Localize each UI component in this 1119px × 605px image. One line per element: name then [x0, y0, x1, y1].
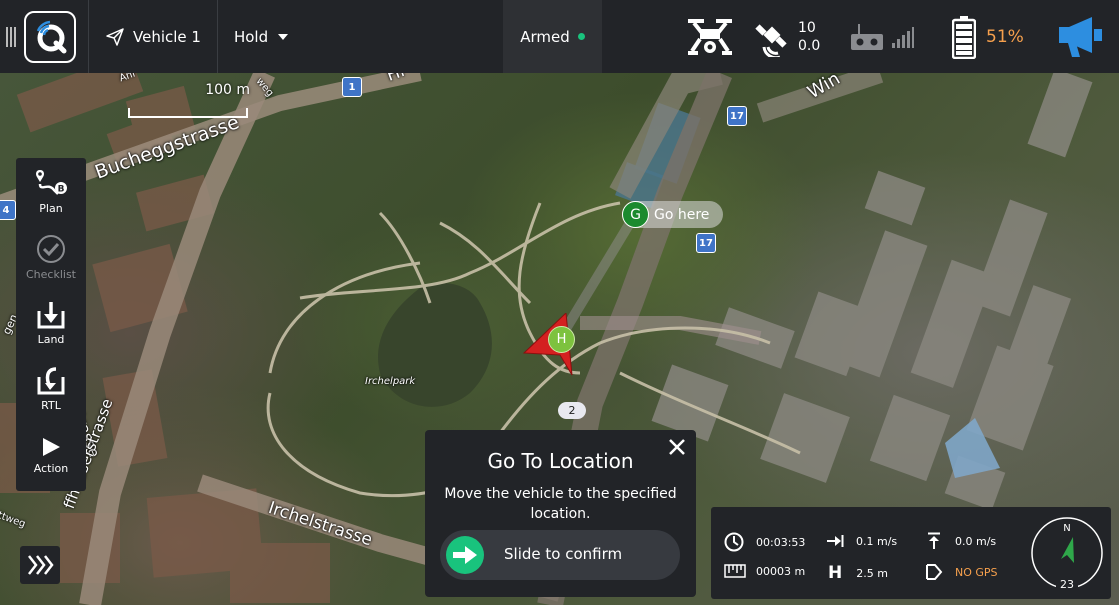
route-badge-4: 4	[0, 200, 16, 220]
gps-hdop-value: 0.0	[798, 37, 821, 54]
go-here-icon: G	[622, 201, 649, 228]
megaphone-icon	[1059, 16, 1102, 57]
route-badge-17-top: 17	[727, 106, 747, 126]
chevron-down-icon	[278, 33, 289, 40]
compass-widget: N 23	[1031, 517, 1103, 591]
park-label-irchelpark: Irchelpark	[365, 376, 416, 387]
gps-direction-icon	[926, 564, 943, 580]
rc-transmitter-icon	[851, 23, 883, 50]
expand-panel-button[interactable]	[20, 546, 60, 584]
battery-indicator[interactable]: 51%	[952, 0, 1024, 73]
clock-icon	[724, 532, 744, 552]
gps-status-value: NO GPS	[955, 565, 998, 579]
home-marker-label: H	[556, 332, 567, 347]
tool-action[interactable]: Action	[16, 422, 86, 488]
map-scale-bar	[128, 108, 248, 118]
map-scale: 100 m	[128, 82, 250, 120]
tool-plan[interactable]: B Plan	[16, 158, 86, 224]
height: H 2.5 m	[828, 563, 888, 583]
armed-status[interactable]: Armed	[503, 0, 602, 73]
vertical-speed-icon	[928, 532, 940, 549]
home-marker[interactable]: H	[548, 326, 575, 353]
qgc-logo-icon	[36, 20, 67, 53]
tool-checklist[interactable]: Checklist	[16, 224, 86, 290]
flight-time-value: 00:03:53	[756, 535, 806, 549]
drone-icon	[688, 18, 732, 55]
battery-icon	[952, 15, 976, 59]
dialog-title: Go To Location	[487, 449, 634, 473]
flight-time: 00:03:53	[724, 532, 805, 552]
armed-label: Armed	[520, 27, 570, 46]
waypoint-2-label: 2	[568, 404, 576, 417]
app-menu-area	[0, 0, 88, 73]
armed-indicator-dot	[577, 33, 585, 40]
vehicle-messages-indicator[interactable]	[686, 0, 734, 73]
gps-satellite-count: 10	[798, 19, 816, 36]
height-icon: H	[828, 563, 843, 583]
slider-knob[interactable]	[446, 536, 484, 574]
signal-bars-icon	[892, 26, 914, 48]
gps-status: NO GPS	[925, 564, 998, 580]
flight-mode-label: Hold	[233, 27, 269, 46]
gps-indicator[interactable]: 10 0.0	[752, 0, 820, 73]
height-value: 2.5 m	[856, 566, 888, 580]
horizontal-speed-icon	[827, 535, 844, 547]
checklist-icon	[37, 234, 65, 263]
horizontal-speed: 0.1 m/s	[826, 534, 897, 548]
tool-plan-label: Plan	[39, 201, 63, 215]
action-play-icon	[43, 437, 60, 456]
go-to-location-dialog: Go To Location Move the vehicle to the s…	[425, 430, 696, 597]
drag-grip-icon	[6, 26, 16, 47]
compass-north-label: N	[1063, 523, 1070, 534]
satellite-icon	[755, 23, 787, 57]
paper-plane-icon	[106, 27, 124, 46]
slide-to-confirm-label: Slide to confirm	[504, 545, 623, 563]
megaphone-button[interactable]	[1058, 0, 1104, 73]
distance-value: 00003 m	[756, 564, 806, 578]
chevrons-right-icon	[28, 555, 54, 575]
close-icon[interactable]	[666, 436, 688, 458]
rc-rssi-indicator[interactable]	[849, 0, 915, 73]
arrow-right-icon	[453, 546, 477, 564]
vertical-speed: 0.0 m/s	[927, 532, 996, 550]
plan-icon: B	[36, 169, 67, 195]
go-here-label: Go here	[654, 206, 710, 223]
distance: 00003 m	[724, 564, 805, 578]
tool-land[interactable]: Land	[16, 290, 86, 356]
go-here-marker[interactable]: G Go here	[622, 201, 724, 228]
dialog-message: Move the vehicle to the specified locati…	[444, 486, 677, 522]
vehicle-label: Vehicle 1	[133, 27, 201, 46]
tool-rtl[interactable]: RTL	[16, 356, 86, 422]
route-badge-17-bottom: 17	[696, 233, 716, 253]
vertical-speed-value: 0.0 m/s	[955, 534, 997, 548]
horizontal-speed-value: 0.1 m/s	[856, 534, 898, 548]
flight-mode-dropdown[interactable]: Hold	[218, 0, 320, 73]
battery-percent: 51%	[986, 26, 1024, 47]
route-badge-1: 1	[342, 77, 362, 97]
svg-text:B: B	[58, 184, 65, 194]
rtl-icon	[37, 366, 65, 394]
tool-land-label: Land	[37, 332, 65, 346]
tool-strip: B Plan Checklist Land RTL Action	[16, 158, 86, 491]
telemetry-panel: 00:03:53 00003 m 0.1 m/s H 2.5 m 0.0 m/s…	[711, 507, 1111, 599]
tool-action-label: Action	[33, 461, 69, 475]
slide-to-confirm[interactable]: Slide to confirm	[440, 530, 680, 580]
map-scale-label: 100 m	[205, 82, 250, 98]
waypoint-2-marker[interactable]: 2	[558, 402, 586, 419]
land-icon	[37, 301, 65, 328]
vehicle-selector[interactable]: Vehicle 1	[89, 0, 217, 73]
compass-heading-value: 23	[1060, 578, 1074, 591]
distance-ruler-icon	[724, 564, 746, 578]
tool-checklist-label: Checklist	[26, 267, 76, 281]
qgc-logo-button[interactable]	[24, 10, 76, 63]
tool-rtl-label: RTL	[41, 398, 61, 412]
